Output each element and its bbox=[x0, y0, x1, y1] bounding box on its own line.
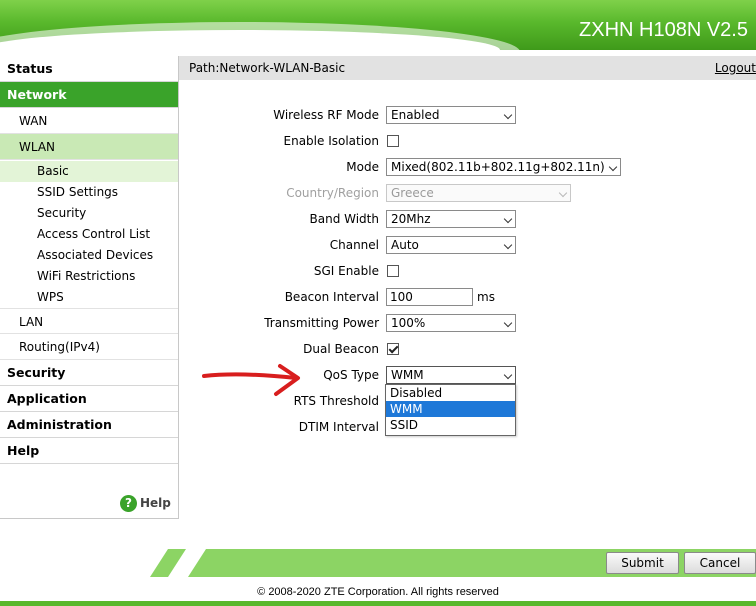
tx-power-select[interactable]: 100% bbox=[386, 314, 516, 332]
qos-option-wmm[interactable]: WMM bbox=[386, 401, 515, 417]
country-select: Greece bbox=[386, 184, 571, 202]
submit-button[interactable]: Submit bbox=[606, 552, 679, 574]
channel-select[interactable]: Auto bbox=[386, 236, 516, 254]
cancel-button[interactable]: Cancel bbox=[684, 552, 756, 574]
chevron-down-icon bbox=[503, 110, 513, 120]
sgi-checkbox[interactable] bbox=[387, 265, 399, 277]
beacon-label: Beacon Interval bbox=[284, 290, 379, 304]
sidebar-item-application[interactable]: Application bbox=[0, 386, 178, 412]
sidebar-item-basic[interactable]: Basic bbox=[0, 161, 178, 182]
bandwidth-value: 20Mhz bbox=[391, 212, 431, 226]
sidebar-item-wps[interactable]: WPS bbox=[0, 287, 178, 308]
qos-dropdown-list: Disabled WMM SSID bbox=[385, 384, 516, 436]
red-arrow-annotation bbox=[202, 364, 300, 396]
isolation-checkbox[interactable] bbox=[387, 135, 399, 147]
mode-label: Mode bbox=[346, 160, 379, 174]
qos-value: WMM bbox=[391, 368, 424, 382]
qos-select[interactable]: WMM bbox=[386, 366, 516, 384]
dtim-interval-label: DTIM Interval bbox=[298, 420, 379, 434]
tx-power-label: Transmitting Power bbox=[264, 316, 379, 330]
mode-value: Mixed(802.11b+802.11g+802.11n) bbox=[391, 160, 605, 174]
bandwidth-label: Band Width bbox=[309, 212, 380, 226]
sidebar-item-wifi-restrictions[interactable]: WiFi Restrictions bbox=[0, 266, 178, 287]
mode-select[interactable]: Mixed(802.11b+802.11g+802.11n) bbox=[386, 158, 621, 176]
help-link-label: Help bbox=[140, 496, 171, 510]
sidebar-item-wlan[interactable]: WLAN bbox=[0, 134, 178, 160]
sidebar-item-security-wlan[interactable]: Security bbox=[0, 203, 178, 224]
sidebar-item-network[interactable]: Network bbox=[0, 82, 178, 108]
chevron-down-icon bbox=[608, 162, 618, 172]
help-question-icon: ? bbox=[120, 495, 137, 512]
device-model-title: ZXHN H108N V2.5 bbox=[579, 19, 748, 41]
help-link[interactable]: ? Help bbox=[120, 493, 171, 513]
sidebar-item-status[interactable]: Status bbox=[0, 56, 178, 82]
country-value: Greece bbox=[391, 186, 434, 200]
sgi-label: SGI Enable bbox=[313, 264, 379, 278]
country-label: Country/Region bbox=[286, 186, 379, 200]
isolation-label: Enable Isolation bbox=[283, 134, 380, 148]
chevron-down-icon bbox=[503, 240, 513, 250]
sidebar-item-help[interactable]: Help bbox=[0, 438, 178, 464]
dual-beacon-label: Dual Beacon bbox=[303, 342, 379, 356]
sidebar-item-security[interactable]: Security bbox=[0, 360, 178, 386]
sidebar-item-ssid-settings[interactable]: SSID Settings bbox=[0, 182, 178, 203]
sidebar-item-lan[interactable]: LAN bbox=[0, 308, 178, 334]
breadcrumb: Path:Network-WLAN-Basic bbox=[189, 61, 346, 75]
header-banner: ZXHN H108N V2.5 bbox=[0, 0, 756, 50]
qos-label: QoS Type bbox=[323, 368, 379, 382]
logout-link[interactable]: Logout bbox=[715, 56, 756, 80]
channel-value: Auto bbox=[391, 238, 419, 252]
qos-option-ssid[interactable]: SSID bbox=[386, 417, 515, 433]
rf-mode-label: Wireless RF Mode bbox=[273, 108, 379, 122]
rf-mode-select[interactable]: Enabled bbox=[386, 106, 516, 124]
sidebar-item-wan[interactable]: WAN bbox=[0, 108, 178, 134]
sidebar-item-access-control-list[interactable]: Access Control List bbox=[0, 224, 178, 245]
channel-label: Channel bbox=[329, 238, 379, 252]
bandwidth-select[interactable]: 20Mhz bbox=[386, 210, 516, 228]
path-bar: Path:Network-WLAN-Basic Logout bbox=[179, 56, 756, 80]
rf-mode-value: Enabled bbox=[391, 108, 440, 122]
sidebar-nav: Status Network WAN WLAN Basic SSID Setti… bbox=[0, 56, 179, 519]
beacon-interval-input[interactable]: 100 bbox=[386, 288, 473, 306]
beacon-unit: ms bbox=[477, 290, 495, 304]
chevron-down-icon bbox=[503, 370, 513, 380]
copyright-text: © 2008-2020 ZTE Corporation. All rights … bbox=[257, 586, 499, 598]
sidebar-item-routing[interactable]: Routing(IPv4) bbox=[0, 334, 178, 360]
sidebar-item-associated-devices[interactable]: Associated Devices bbox=[0, 245, 178, 266]
footer-line bbox=[0, 601, 756, 606]
chevron-down-icon bbox=[558, 188, 568, 198]
chevron-down-icon bbox=[503, 214, 513, 224]
chevron-down-icon bbox=[503, 318, 513, 328]
sidebar-item-administration[interactable]: Administration bbox=[0, 412, 178, 438]
dual-beacon-checkbox[interactable] bbox=[387, 343, 399, 355]
tx-power-value: 100% bbox=[391, 316, 426, 330]
qos-option-disabled[interactable]: Disabled bbox=[386, 385, 515, 401]
